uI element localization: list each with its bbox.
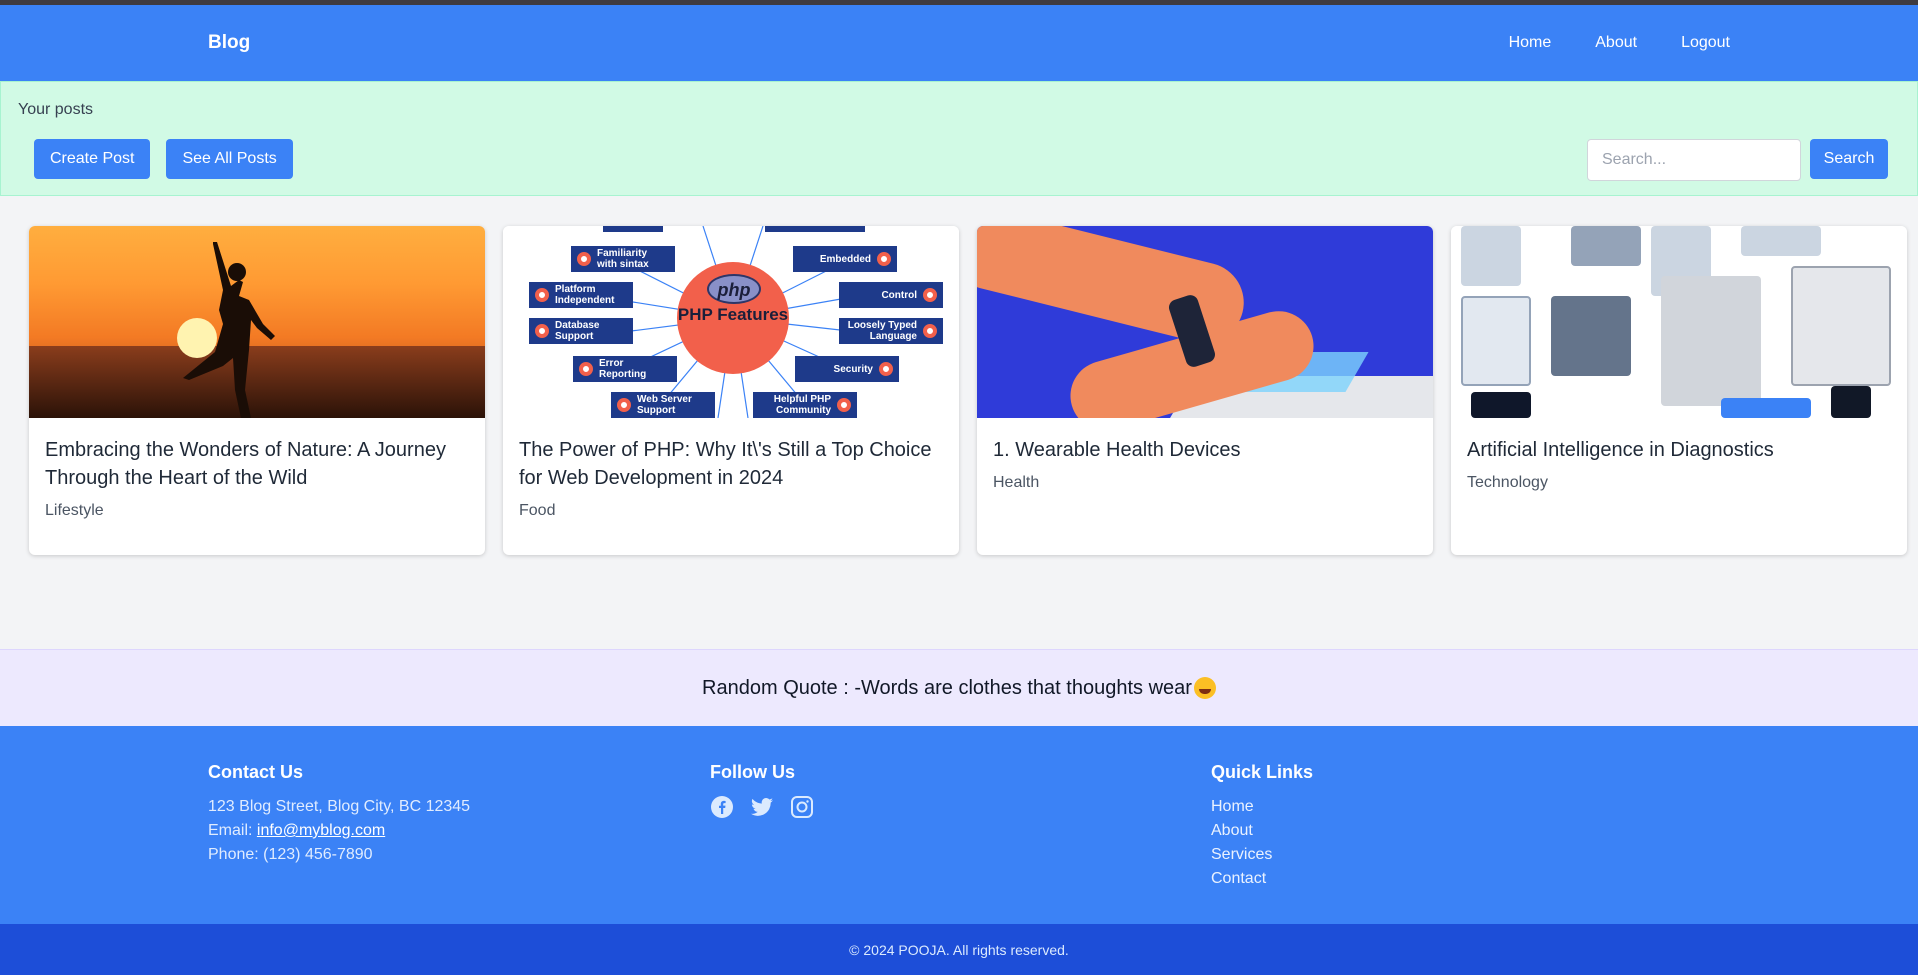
copyright-bar: © 2024 POOJA. All rights reserved. [0, 924, 1918, 975]
post-title[interactable]: 1. Wearable Health Devices [993, 436, 1417, 464]
device-shape [1461, 296, 1531, 386]
php-label: Control [839, 282, 943, 308]
device-shape [1461, 226, 1521, 286]
php-features-heading: PHP Features [677, 305, 789, 324]
php-label: Loosely Typed Language [839, 318, 943, 344]
post-card-body: Embracing the Wonders of Nature: A Journ… [29, 418, 485, 538]
post-category: Technology [1467, 474, 1548, 491]
php-label: Helpful PHP Community [753, 392, 857, 418]
device-shape [1571, 226, 1641, 266]
post-image-php: php PHP Features Familiarity with sintax… [503, 226, 959, 418]
contact-email-line: Email: info@myblog.com [208, 822, 386, 839]
your-posts-bar: Your posts Create Post See All Posts Sea… [0, 81, 1918, 196]
footer: Contact Us 123 Blog Street, Blog City, B… [0, 726, 1918, 924]
post-card-body: Artificial Intelligence in Diagnostics T… [1451, 418, 1907, 510]
nav-about-link[interactable]: About [1595, 34, 1637, 52]
copyright-text: © 2024 POOJA. All rights reserved. [849, 941, 1069, 958]
post-card[interactable]: Embracing the Wonders of Nature: A Journ… [29, 226, 485, 555]
social-icons [710, 795, 814, 819]
php-label: Embedded [793, 246, 897, 272]
nav-links: Home About Logout [1509, 34, 1730, 52]
device-shape [1791, 266, 1891, 386]
post-title[interactable]: Embracing the Wonders of Nature: A Journ… [45, 436, 469, 492]
post-image-wearable [977, 226, 1433, 418]
quick-links-list: Home About Services Contact [1211, 795, 1313, 891]
footer-contact: Contact Us 123 Blog Street, Blog City, B… [208, 762, 470, 867]
silhouette-person-icon [183, 242, 275, 418]
php-label: Familiarity with sintax [571, 246, 675, 272]
laughing-emoji-icon [1193, 677, 1216, 699]
contact-address: 123 Blog Street, Blog City, BC 12345 [208, 798, 471, 815]
device-shape [1831, 386, 1871, 418]
post-card-body: The Power of PHP: Why It\'s Still a Top … [503, 418, 959, 538]
php-logo: php [707, 274, 761, 304]
footer-quick-links: Quick Links Home About Services Contact [1211, 762, 1313, 891]
footer-link-home[interactable]: Home [1211, 795, 1313, 819]
post-category: Food [519, 502, 556, 519]
post-card-body: 1. Wearable Health Devices Health [977, 418, 1433, 510]
device-shape [1661, 276, 1761, 406]
create-post-button[interactable]: Create Post [34, 139, 151, 179]
brand-logo[interactable]: Blog [208, 32, 250, 54]
post-image-medical [1451, 226, 1907, 418]
search-button[interactable]: Search [1810, 139, 1888, 179]
contact-heading: Contact Us [208, 762, 304, 782]
post-card[interactable]: php PHP Features Familiarity with sintax… [503, 226, 959, 555]
device-shape [1551, 296, 1631, 376]
device-shape [1721, 398, 1811, 418]
facebook-icon[interactable] [710, 795, 734, 819]
footer-link-about[interactable]: About [1211, 819, 1313, 843]
navbar: Blog Home About Logout [0, 5, 1918, 81]
contact-phone: Phone: (123) 456-7890 [208, 846, 373, 863]
see-all-posts-button[interactable]: See All Posts [166, 139, 293, 179]
search-form: Search [1587, 139, 1888, 181]
post-category: Health [993, 474, 1040, 491]
your-posts-title: Your posts [18, 101, 94, 118]
php-label: Error Reporting [573, 356, 677, 382]
twitter-icon[interactable] [750, 795, 774, 819]
php-label: Platform Independent [529, 282, 633, 308]
search-input[interactable] [1587, 139, 1801, 181]
footer-link-services[interactable]: Services [1211, 843, 1313, 867]
instagram-icon[interactable] [790, 795, 814, 819]
follow-heading: Follow Us [710, 762, 795, 782]
posts-actions: Create Post See All Posts [34, 139, 293, 179]
post-image-nature [29, 226, 485, 418]
nav-logout-link[interactable]: Logout [1681, 34, 1730, 52]
php-label: Security [795, 356, 899, 382]
post-card[interactable]: 1. Wearable Health Devices Health [977, 226, 1433, 555]
random-quote-text: Random Quote : -Words are clothes that t… [702, 676, 1192, 699]
contact-email-link[interactable]: info@myblog.com [257, 822, 385, 839]
post-title[interactable]: Artificial Intelligence in Diagnostics [1467, 436, 1891, 464]
post-cards: Embracing the Wonders of Nature: A Journ… [29, 226, 1907, 555]
post-category: Lifestyle [45, 502, 104, 519]
device-shape [1471, 392, 1531, 418]
footer-follow: Follow Us [710, 762, 814, 819]
device-shape [1741, 226, 1821, 256]
nav-home-link[interactable]: Home [1509, 34, 1552, 52]
random-quote-bar: Random Quote : -Words are clothes that t… [0, 649, 1918, 726]
quick-links-heading: Quick Links [1211, 762, 1314, 782]
post-card[interactable]: Artificial Intelligence in Diagnostics T… [1451, 226, 1907, 555]
post-title[interactable]: The Power of PHP: Why It\'s Still a Top … [519, 436, 943, 492]
php-label: Database Support [529, 318, 633, 344]
footer-link-contact[interactable]: Contact [1211, 867, 1313, 891]
php-label: Web Server Support [611, 392, 715, 418]
